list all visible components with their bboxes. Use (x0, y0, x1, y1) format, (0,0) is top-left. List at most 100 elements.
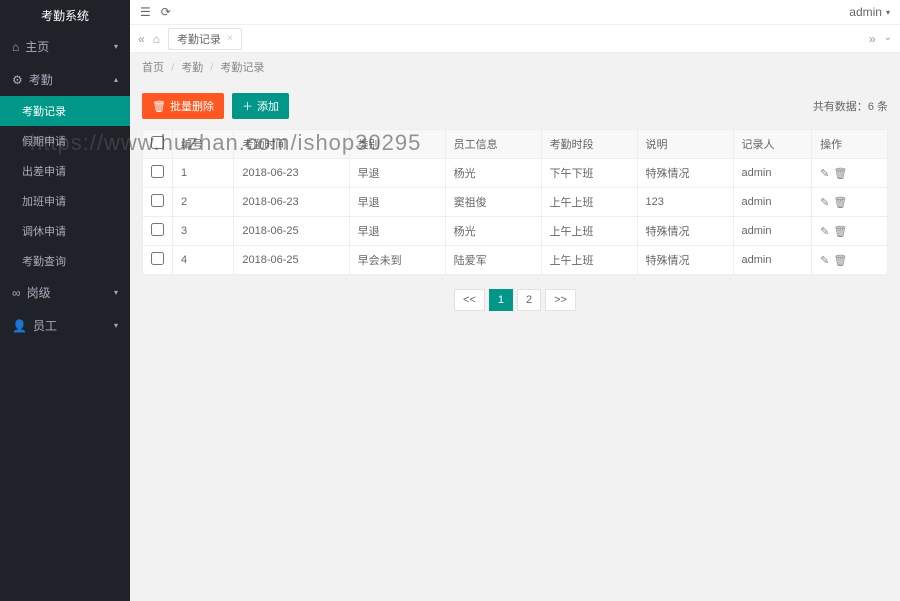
app-title: 考勤系统 (0, 0, 130, 30)
crumb-home[interactable]: 首页 (142, 62, 164, 74)
data-table: 编号 考勤时间 类别 员工信息 考勤时段 说明 记录人 操作 12018-06-… (142, 129, 888, 275)
pager: << 1 2 >> (142, 289, 888, 311)
pager-page-2[interactable]: 2 (517, 289, 541, 311)
cell-note: 特殊情况 (637, 246, 733, 275)
close-icon[interactable]: × (227, 33, 233, 44)
delete-icon[interactable]: 🗑 (833, 226, 847, 238)
sidebar-sub-leave[interactable]: 假期申请 (0, 126, 130, 156)
cell-rec: admin (733, 159, 812, 188)
chevron-down-icon: ▾ (114, 288, 118, 297)
row-check[interactable] (151, 223, 164, 236)
delete-icon[interactable]: 🗑 (833, 168, 847, 180)
table-row: 22018-06-23早退窦祖俊上午上班123admin✎🗑 (143, 188, 888, 217)
trash-icon: 🗑 (152, 100, 166, 113)
tabs-prev-icon[interactable]: « (138, 32, 145, 46)
tabbar: « ⌂ 考勤记录 × » ⌄ (130, 25, 900, 53)
chevron-down-icon: ▾ (886, 8, 890, 17)
cell-emp: 杨光 (445, 217, 541, 246)
tab-label: 考勤记录 (177, 31, 221, 47)
cell-no: 3 (173, 217, 234, 246)
edit-icon[interactable]: ✎ (820, 255, 829, 267)
col-date: 考勤时间 (234, 130, 349, 159)
sidebar: 考勤系统 ⌂ 主页 ▾ ⚙ 考勤 ▴ 考勤记录 假期申请 出差申请 加班申请 调… (0, 0, 130, 601)
total-count: 共有数据：6 条 (813, 98, 888, 114)
cell-note: 特殊情况 (637, 159, 733, 188)
chevron-down-icon: ▾ (114, 321, 118, 330)
tab-home-icon[interactable]: ⌂ (153, 32, 160, 46)
sidebar-sub-query[interactable]: 考勤查询 (0, 246, 130, 276)
cell-emp: 窦祖俊 (445, 188, 541, 217)
col-ops: 操作 (812, 130, 888, 159)
cell-ops: ✎🗑 (812, 246, 888, 275)
breadcrumb: 首页 / 考勤 / 考勤记录 (130, 53, 900, 81)
col-type: 类别 (349, 130, 445, 159)
cell-ops: ✎🗑 (812, 159, 888, 188)
row-check[interactable] (151, 194, 164, 207)
sidebar-item-grade[interactable]: ∞ 岗级 ▾ (0, 276, 130, 309)
col-note: 说明 (637, 130, 733, 159)
link-icon: ∞ (12, 286, 21, 300)
plus-icon: ＋ (242, 98, 253, 114)
crumb-attendance[interactable]: 考勤 (181, 62, 203, 74)
table-row: 12018-06-23早退杨光下午下班特殊情况admin✎🗑 (143, 159, 888, 188)
cell-emp: 陆爱军 (445, 246, 541, 275)
sidebar-sub-trip[interactable]: 出差申请 (0, 156, 130, 186)
table-header-row: 编号 考勤时间 类别 员工信息 考勤时段 说明 记录人 操作 (143, 130, 888, 159)
pager-page-1[interactable]: 1 (489, 289, 513, 311)
sidebar-sub-compoff[interactable]: 调休申请 (0, 216, 130, 246)
delete-icon[interactable]: 🗑 (833, 197, 847, 209)
cell-rec: admin (733, 246, 812, 275)
tab-attendance-record[interactable]: 考勤记录 × (168, 28, 242, 50)
edit-icon[interactable]: ✎ (820, 197, 829, 209)
check-all[interactable] (151, 136, 164, 149)
row-check[interactable] (151, 252, 164, 265)
table-row: 42018-06-25早会未到陆爱军上午上班特殊情况admin✎🗑 (143, 246, 888, 275)
pager-prev[interactable]: << (454, 289, 485, 311)
gear-icon: ⚙ (12, 73, 23, 87)
cell-period: 下午下班 (541, 159, 637, 188)
sidebar-item-label: 员工 (33, 317, 57, 334)
cell-rec: admin (733, 217, 812, 246)
add-button[interactable]: ＋ 添加 (232, 93, 289, 119)
chevron-down-icon: ▾ (114, 42, 118, 51)
crumb-current: 考勤记录 (220, 62, 264, 74)
cell-type: 早会未到 (349, 246, 445, 275)
cell-date: 2018-06-23 (234, 188, 349, 217)
main: ☰ ⟳ admin ▾ « ⌂ 考勤记录 × » ⌄ 首页 / 考勤 / 考勤记 (130, 0, 900, 601)
edit-icon[interactable]: ✎ (820, 168, 829, 180)
cell-type: 早退 (349, 217, 445, 246)
tabs-next-icon[interactable]: » (869, 32, 876, 46)
cell-emp: 杨光 (445, 159, 541, 188)
cell-period: 上午上班 (541, 217, 637, 246)
cell-type: 早退 (349, 159, 445, 188)
cell-note: 123 (637, 188, 733, 217)
refresh-icon[interactable]: ⟳ (161, 5, 171, 19)
chevron-up-icon: ▴ (114, 75, 118, 84)
sidebar-item-staff[interactable]: 👤 员工 ▾ (0, 309, 130, 342)
tabs-more-icon[interactable]: ⌄ (884, 32, 892, 46)
delete-icon[interactable]: 🗑 (833, 255, 847, 267)
col-no: 编号 (173, 130, 234, 159)
edit-icon[interactable]: ✎ (820, 226, 829, 238)
menu-toggle-icon[interactable]: ☰ (140, 5, 151, 19)
pager-next[interactable]: >> (545, 289, 576, 311)
user-name[interactable]: admin (849, 5, 882, 19)
sidebar-item-home[interactable]: ⌂ 主页 ▾ (0, 30, 130, 63)
cell-no: 1 (173, 159, 234, 188)
row-check[interactable] (151, 165, 164, 178)
sidebar-sub-overtime[interactable]: 加班申请 (0, 186, 130, 216)
topbar: ☰ ⟳ admin ▾ (130, 0, 900, 25)
cell-ops: ✎🗑 (812, 188, 888, 217)
batch-delete-button[interactable]: 🗑 批量删除 (142, 93, 224, 119)
cell-ops: ✎🗑 (812, 217, 888, 246)
cell-period: 上午上班 (541, 188, 637, 217)
cell-type: 早退 (349, 188, 445, 217)
cell-date: 2018-06-25 (234, 217, 349, 246)
sidebar-item-label: 岗级 (27, 284, 51, 301)
cell-date: 2018-06-23 (234, 159, 349, 188)
sidebar-sub-record[interactable]: 考勤记录 (0, 96, 130, 126)
sidebar-item-attendance[interactable]: ⚙ 考勤 ▴ (0, 63, 130, 96)
content: 🗑 批量删除 ＋ 添加 共有数据：6 条 编号 考勤时间 类 (130, 81, 900, 601)
sidebar-item-label: 考勤 (29, 71, 53, 88)
cell-no: 4 (173, 246, 234, 275)
